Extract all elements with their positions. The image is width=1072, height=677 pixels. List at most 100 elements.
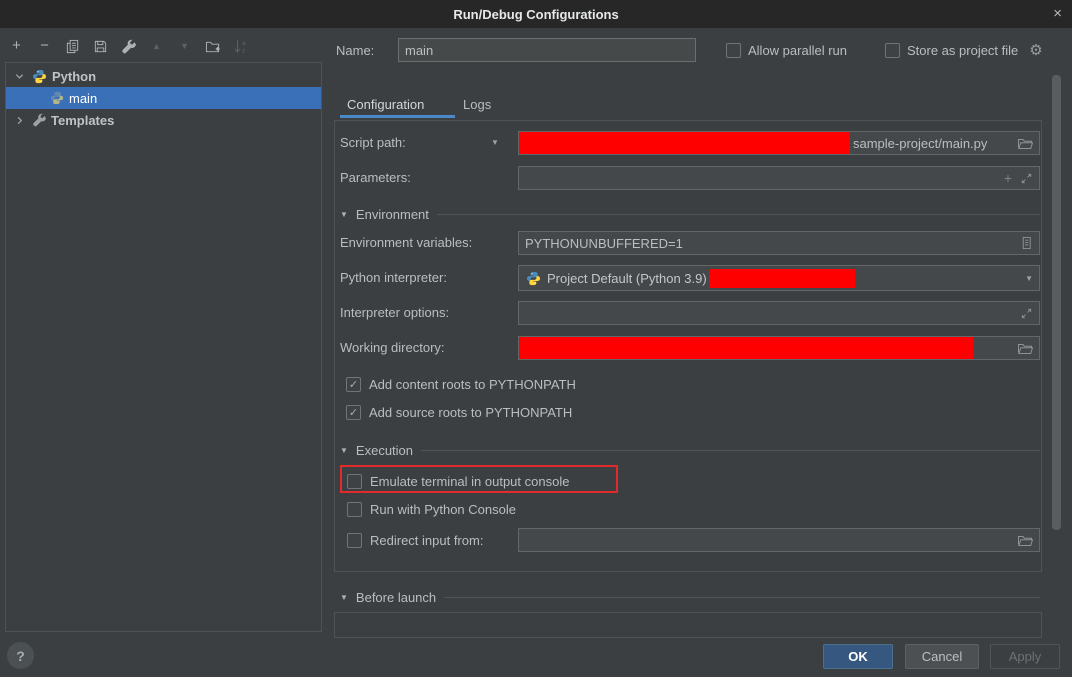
python-interpreter-label: Python interpreter: <box>340 266 447 290</box>
environment-variables-value: PYTHONUNBUFFERED=1 <box>525 236 683 251</box>
wrench-icon <box>32 113 46 127</box>
gear-icon[interactable]: ⚙ <box>1029 41 1042 59</box>
save-configuration-button[interactable] <box>92 37 109 55</box>
interpreter-options-label: Interpreter options: <box>340 301 449 325</box>
python-icon <box>32 69 47 84</box>
before-launch-section-label: Before launch <box>356 590 436 605</box>
collapse-triangle-icon[interactable]: ▼ <box>340 210 348 219</box>
python-icon <box>50 91 64 105</box>
checkbox-checked-icon[interactable]: ✓ <box>346 405 361 420</box>
name-input[interactable] <box>398 38 696 62</box>
remove-configuration-button[interactable]: − <box>36 37 53 55</box>
working-directory-label: Working directory: <box>340 336 445 360</box>
section-divider <box>444 597 1040 598</box>
allow-parallel-run-label: Allow parallel run <box>748 43 847 58</box>
browse-folder-icon[interactable] <box>1017 342 1033 355</box>
checkbox-icon[interactable] <box>347 533 362 548</box>
section-divider <box>437 214 1040 215</box>
emulate-terminal-checkbox[interactable]: Emulate terminal in output console <box>347 472 569 490</box>
macros-plus-icon[interactable]: + <box>1004 170 1012 186</box>
python-interpreter-combobox[interactable]: Project Default (Python 3.9) ▼ <box>518 265 1040 291</box>
before-launch-section-header[interactable]: ▼ Before launch <box>340 588 1040 606</box>
collapse-triangle-icon[interactable]: ▼ <box>340 446 348 455</box>
tab-logs[interactable]: Logs <box>463 95 491 115</box>
working-directory-field[interactable] <box>518 336 1040 360</box>
active-tab-underline <box>340 115 455 118</box>
allow-parallel-run-checkbox[interactable]: Allow parallel run <box>726 38 847 62</box>
redirect-input-checkbox[interactable]: Redirect input from: <box>347 531 483 549</box>
triangle-down-icon: ▼ <box>180 38 189 54</box>
move-down-button: ▼ <box>176 37 193 55</box>
apply-button[interactable]: Apply <box>990 644 1060 669</box>
run-debug-configurations-dialog: Run/Debug Configurations × + − ▲ ▼ <box>0 0 1072 677</box>
check-glyph: ✓ <box>349 378 358 391</box>
triangle-up-icon: ▲ <box>152 38 161 54</box>
emulate-terminal-label: Emulate terminal in output console <box>370 474 569 489</box>
checkbox-icon[interactable] <box>726 43 741 58</box>
script-path-field[interactable]: sample-project/main.py <box>518 131 1040 155</box>
check-glyph: ✓ <box>349 406 358 419</box>
parameters-label: Parameters: <box>340 166 411 190</box>
cancel-button[interactable]: Cancel <box>905 644 979 669</box>
tree-item-python[interactable]: Python <box>6 65 321 87</box>
configurations-toolbar: + − ▲ ▼ a z <box>8 36 249 56</box>
collapse-triangle-icon[interactable]: ▼ <box>340 593 348 602</box>
script-path-value: sample-project/main.py <box>853 136 987 151</box>
before-launch-task-list[interactable] <box>334 612 1042 638</box>
dialog-title: Run/Debug Configurations <box>453 7 618 22</box>
environment-section-header[interactable]: ▼ Environment <box>340 205 1040 223</box>
store-as-project-file-label: Store as project file <box>907 43 1018 58</box>
redaction-overlay <box>709 269 855 288</box>
configurations-tree: Python main Templates <box>5 62 322 632</box>
combobox-arrow-icon[interactable]: ▼ <box>1025 274 1033 283</box>
help-icon: ? <box>16 648 25 664</box>
browse-folder-icon[interactable] <box>1017 534 1033 547</box>
run-with-python-console-checkbox[interactable]: Run with Python Console <box>347 500 516 518</box>
checkbox-checked-icon[interactable]: ✓ <box>346 377 361 392</box>
wrench-icon <box>121 39 136 54</box>
chevron-down-icon[interactable] <box>14 71 26 82</box>
add-source-roots-checkbox[interactable]: ✓ Add source roots to PYTHONPATH <box>346 403 572 421</box>
tree-item-label: Templates <box>51 113 114 128</box>
script-path-type-dropdown-icon[interactable]: ▼ <box>491 131 499 155</box>
checkbox-icon[interactable] <box>347 502 362 517</box>
chevron-right-icon[interactable] <box>14 115 26 126</box>
sort-configurations-button: a z <box>232 37 249 55</box>
store-as-project-file-checkbox[interactable]: Store as project file ⚙ <box>885 38 1043 62</box>
checkbox-icon[interactable] <box>347 474 362 489</box>
tab-configuration[interactable]: Configuration <box>347 95 424 115</box>
dialog-titlebar: Run/Debug Configurations × <box>0 0 1072 28</box>
expand-field-icon[interactable] <box>1020 172 1033 185</box>
sort-alphabetically-icon: a z <box>233 39 249 54</box>
edit-templates-button[interactable] <box>120 37 137 55</box>
python-interpreter-value: Project Default (Python 3.9) <box>547 271 707 286</box>
svg-text:z: z <box>242 47 245 54</box>
browse-variables-icon[interactable] <box>1020 236 1033 250</box>
environment-variables-field[interactable]: PYTHONUNBUFFERED=1 <box>518 231 1040 255</box>
checkbox-icon[interactable] <box>885 43 900 58</box>
redirect-input-field[interactable] <box>518 528 1040 552</box>
run-with-python-console-label: Run with Python Console <box>370 502 516 517</box>
ok-button[interactable]: OK <box>823 644 893 669</box>
tree-item-templates[interactable]: Templates <box>6 109 321 131</box>
copy-configuration-button[interactable] <box>64 37 81 55</box>
redaction-overlay <box>519 337 973 359</box>
new-folder-icon <box>205 39 221 54</box>
help-button[interactable]: ? <box>7 642 34 669</box>
create-folder-button[interactable] <box>204 37 221 55</box>
plus-icon: + <box>12 38 21 54</box>
browse-folder-icon[interactable] <box>1017 137 1033 150</box>
tree-item-main[interactable]: main <box>6 87 321 109</box>
execution-section-header[interactable]: ▼ Execution <box>340 441 1040 459</box>
close-icon[interactable]: × <box>1053 5 1062 23</box>
add-configuration-button[interactable]: + <box>8 37 25 55</box>
expand-field-icon[interactable] <box>1020 307 1033 320</box>
script-path-label: Script path: <box>340 131 406 155</box>
vertical-scrollbar[interactable] <box>1052 75 1061 530</box>
minus-icon: − <box>40 38 49 54</box>
interpreter-options-field[interactable] <box>518 301 1040 325</box>
move-up-button: ▲ <box>148 37 165 55</box>
add-content-roots-checkbox[interactable]: ✓ Add content roots to PYTHONPATH <box>346 375 576 393</box>
python-icon <box>526 271 541 286</box>
parameters-field[interactable]: + <box>518 166 1040 190</box>
